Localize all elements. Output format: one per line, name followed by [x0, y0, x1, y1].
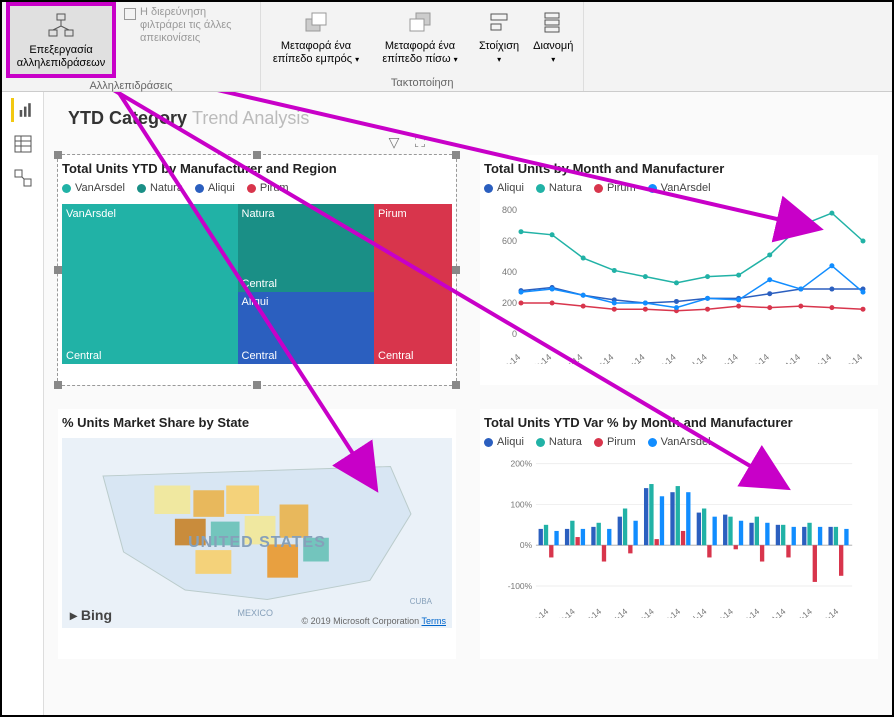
- distribute-icon: [537, 6, 569, 38]
- drill-filters-checkbox[interactable]: Η διερεύνηση φιλτράρει τις άλλες απεικον…: [118, 2, 256, 78]
- svg-text:200%: 200%: [511, 458, 533, 468]
- viz2-title: Total Units by Month and Manufacturer: [480, 155, 878, 180]
- svg-text:Mar-14: Mar-14: [556, 352, 584, 364]
- map-mexico-label: MEXICO: [238, 608, 274, 618]
- bring-forward-label: Μεταφορά ένα επίπεδο εμπρός ▾: [271, 40, 361, 66]
- map-country-label: UNITED STATES: [188, 534, 326, 552]
- more-options-icon[interactable]: ⋯: [436, 133, 456, 151]
- focus-mode-icon[interactable]: ⛶: [410, 133, 430, 151]
- viz2-legend: Aliqui Natura Pirum VanArsdel: [480, 180, 878, 200]
- terms-link[interactable]: Terms: [422, 616, 447, 626]
- svg-text:200: 200: [502, 298, 517, 308]
- send-backward-label: Μεταφορά ένα επίπεδο πίσω ▾: [375, 40, 465, 66]
- svg-text:Dec-14: Dec-14: [836, 352, 865, 364]
- svg-text:Dec-14: Dec-14: [813, 606, 841, 618]
- svg-text:Sep-14: Sep-14: [742, 352, 771, 364]
- viz4-title: Total Units YTD Var % by Month and Manuf…: [480, 409, 878, 434]
- checkbox-icon: [124, 8, 136, 20]
- svg-text:Sep-14: Sep-14: [734, 606, 762, 618]
- svg-text:Apr-14: Apr-14: [588, 352, 615, 364]
- bing-logo: ▸ Bing: [70, 607, 112, 624]
- viz4-legend: Aliqui Natura Pirum VanArsdel: [480, 434, 878, 454]
- bring-forward-icon: [300, 6, 332, 38]
- page-title: YTD Category Trend Analysis: [68, 108, 878, 129]
- align-icon: [483, 6, 515, 38]
- bar-chart-visual[interactable]: Total Units YTD Var % by Month and Manuf…: [480, 409, 878, 659]
- svg-text:May-14: May-14: [628, 606, 656, 618]
- svg-text:600: 600: [502, 236, 517, 246]
- svg-text:Oct-14: Oct-14: [775, 352, 802, 364]
- ribbon-group-arrange: Τακτοποίηση: [265, 75, 579, 91]
- distribute-label: Διανομή▾: [533, 40, 573, 66]
- svg-text:May-14: May-14: [617, 352, 646, 364]
- svg-text:Jun-14: Jun-14: [656, 606, 682, 618]
- map-attribution: © 2019 Microsoft Corporation Terms: [301, 616, 446, 626]
- distribute-button[interactable]: Διανομή▾: [527, 2, 579, 75]
- svg-text:Aug-14: Aug-14: [708, 606, 736, 618]
- svg-text:400: 400: [502, 267, 517, 277]
- svg-text:Nov-14: Nov-14: [787, 606, 815, 618]
- filter-icon[interactable]: ▽: [384, 133, 404, 151]
- align-button[interactable]: Στοίχιση▾: [473, 2, 525, 75]
- edit-interactions-button[interactable]: Επεξεργασία αλληλεπιδράσεων: [6, 2, 116, 78]
- svg-text:Feb-14: Feb-14: [550, 606, 577, 618]
- svg-text:Jul-14: Jul-14: [684, 352, 709, 364]
- svg-text:Aug-14: Aug-14: [711, 352, 740, 364]
- send-backward-icon: [404, 6, 436, 38]
- report-view-button[interactable]: [11, 98, 35, 122]
- svg-text:Feb-14: Feb-14: [525, 352, 553, 364]
- treemap-visual[interactable]: ▽ ⛶ ⋯ Total Units YTD by Manufacturer an…: [58, 155, 456, 385]
- send-backward-button[interactable]: Μεταφορά ένα επίπεδο πίσω ▾: [369, 2, 471, 75]
- viz3-title: % Units Market Share by State: [58, 409, 456, 434]
- svg-text:Mar-14: Mar-14: [576, 606, 603, 618]
- bring-forward-button[interactable]: Μεταφορά ένα επίπεδο εμπρός ▾: [265, 2, 367, 75]
- map-visual[interactable]: % Units Market Share by State: [58, 409, 456, 659]
- line-chart-svg: 0 200 400 600 800 Jan-14Feb-14Mar-14 Apr-14May…: [484, 204, 874, 364]
- svg-text:Oct-14: Oct-14: [762, 606, 788, 618]
- model-view-button[interactable]: [11, 166, 35, 190]
- align-label: Στοίχιση▾: [479, 40, 519, 66]
- svg-text:-100%: -100%: [508, 581, 533, 591]
- svg-text:0: 0: [512, 329, 517, 339]
- bar-chart-svg: -100% 0% 100% 200% Jan-14Feb-14Mar-14Apr-14M…: [484, 458, 874, 618]
- data-view-button[interactable]: [11, 132, 35, 156]
- svg-text:Apr-14: Apr-14: [604, 606, 630, 618]
- svg-text:100%: 100%: [511, 499, 533, 509]
- svg-text:0%: 0%: [520, 540, 533, 550]
- svg-text:Nov-14: Nov-14: [805, 352, 834, 364]
- svg-text:Jan-14: Jan-14: [495, 352, 523, 364]
- svg-text:Jan-14: Jan-14: [524, 606, 550, 618]
- line-chart-visual[interactable]: Total Units by Month and Manufacturer Al…: [480, 155, 878, 385]
- svg-text:800: 800: [502, 205, 517, 215]
- svg-text:Jun-14: Jun-14: [650, 352, 678, 364]
- svg-text:Jul-14: Jul-14: [684, 606, 708, 618]
- map-cuba-label: CUBA: [410, 597, 432, 606]
- interactions-icon: [45, 10, 77, 42]
- drill-filters-label: Η διερεύνηση φιλτράρει τις άλλες απεικον…: [140, 6, 250, 46]
- edit-interactions-label: Επεξεργασία αλληλεπιδράσεων: [16, 44, 106, 70]
- viz1-legend: VanArsdel Natura Aliqui Pirum: [58, 180, 456, 200]
